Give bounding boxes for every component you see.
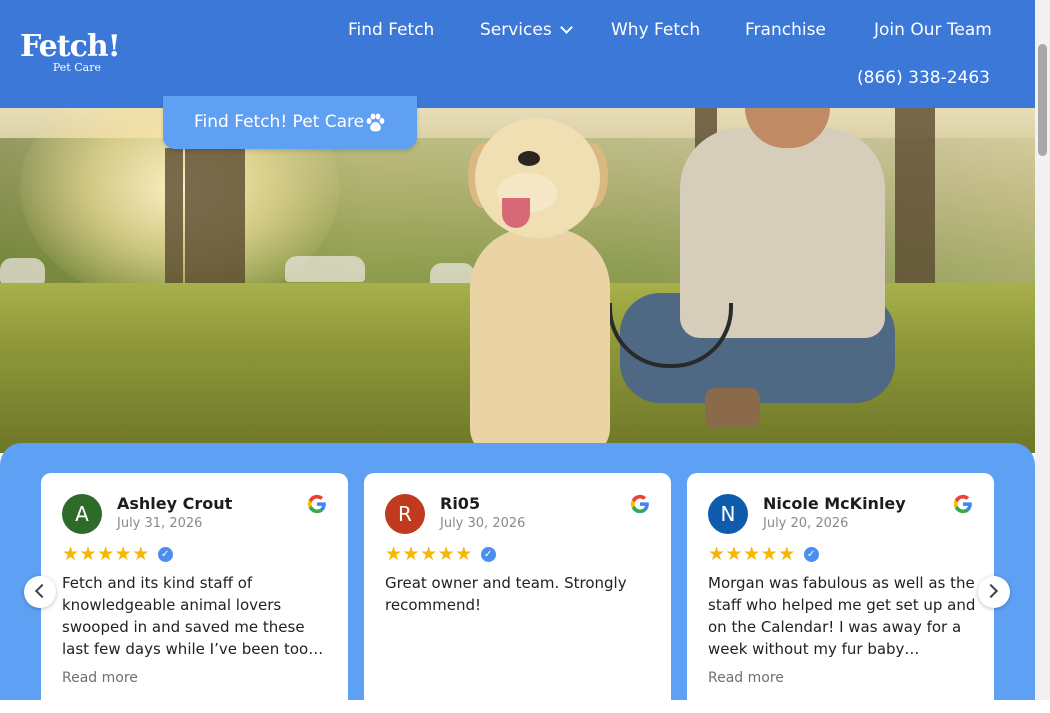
avatar: N: [708, 494, 748, 534]
review-date: July 31, 2026: [117, 516, 203, 531]
chevron-down-icon: [559, 21, 573, 34]
star-rating: ★ ★ ★ ★ ★ ✓: [62, 544, 173, 564]
tree-trunk: [895, 108, 935, 303]
google-icon: [307, 494, 326, 514]
phone-link[interactable]: (866) 338-2463: [857, 66, 990, 90]
google-icon: [953, 494, 972, 514]
star-icon: ★: [97, 543, 115, 565]
star-icon: ★: [79, 543, 97, 565]
review-text: Great owner and team. Strongly recommend…: [385, 574, 627, 614]
site-header: Fetch! Pet Care Find Fetch Services Why …: [0, 0, 1035, 108]
star-icon: ★: [708, 543, 726, 565]
star-icon: ★: [778, 543, 796, 565]
parked-car: [0, 258, 45, 284]
nav-why-fetch[interactable]: Why Fetch: [611, 18, 700, 42]
paw-icon: [366, 113, 385, 132]
parked-car: [285, 256, 365, 282]
chevron-left-icon: [34, 583, 50, 599]
chevron-right-icon: [983, 583, 999, 599]
review-card: N Nicole McKinley July 20, 2026 ★ ★ ★ ★ ★ ✓ …: [687, 473, 994, 713]
read-more-link[interactable]: Read more: [62, 668, 138, 688]
find-fetch-cta-button[interactable]: Find Fetch! Pet Care: [163, 96, 417, 149]
scrollbar-thumb[interactable]: [1038, 44, 1047, 156]
tree-trunk: [185, 148, 245, 298]
reviewer-name: Nicole McKinley: [763, 494, 906, 513]
avatar: R: [385, 494, 425, 534]
google-icon: [630, 494, 649, 514]
carousel-next-button[interactable]: [978, 576, 1010, 608]
star-icon: ★: [420, 543, 438, 565]
star-icon: ★: [437, 543, 455, 565]
dog-tongue: [502, 198, 530, 228]
nav-find-fetch[interactable]: Find Fetch: [348, 18, 434, 42]
review-card: A Ashley Crout July 31, 2026 ★ ★ ★ ★ ★ ✓ Fet…: [41, 473, 348, 713]
star-icon: ★: [455, 543, 473, 565]
reviewer-name: Ashley Crout: [117, 494, 233, 513]
verified-icon: ✓: [803, 546, 819, 562]
verified-icon: ✓: [157, 546, 173, 562]
tree-trunk: [165, 148, 183, 288]
star-icon: ★: [385, 543, 403, 565]
star-icon: ★: [114, 543, 132, 565]
star-icon: ★: [62, 543, 80, 565]
nav-services[interactable]: Services: [480, 18, 573, 42]
star-icon: ★: [402, 543, 420, 565]
nav-join-our-team[interactable]: Join Our Team: [874, 18, 992, 42]
reviewer-name: Ri05: [440, 494, 481, 513]
review-date: July 20, 2026: [763, 516, 849, 531]
hero-image: [0, 108, 1035, 453]
review-card: R Ri05 July 30, 2026 ★ ★ ★ ★ ★ ✓ Great owner…: [364, 473, 671, 713]
main-nav: Find Fetch Services Why Fetch Franchise …: [0, 18, 1035, 42]
review-date: July 30, 2026: [440, 516, 526, 531]
page-scrollbar[interactable]: [1035, 0, 1050, 700]
review-text: Fetch and its kind staff of knowledgeabl…: [62, 574, 324, 658]
star-icon: ★: [760, 543, 778, 565]
reviews-carousel: A Ashley Crout July 31, 2026 ★ ★ ★ ★ ★ ✓ Fet…: [0, 443, 1035, 713]
review-text: Morgan was fabulous as well as the staff…: [708, 574, 976, 658]
star-icon: ★: [743, 543, 761, 565]
nav-franchise[interactable]: Franchise: [745, 18, 826, 42]
avatar: A: [62, 494, 102, 534]
dog-body: [470, 228, 610, 453]
carousel-prev-button[interactable]: [24, 576, 56, 608]
star-icon: ★: [132, 543, 150, 565]
person-boot: [705, 388, 760, 428]
star-icon: ★: [725, 543, 743, 565]
star-rating: ★ ★ ★ ★ ★ ✓: [708, 544, 819, 564]
dog-nose: [518, 151, 540, 166]
star-rating: ★ ★ ★ ★ ★ ✓: [385, 544, 496, 564]
cta-label: Find Fetch! Pet Care: [194, 112, 365, 132]
read-more-link[interactable]: Read more: [708, 668, 784, 688]
verified-icon: ✓: [480, 546, 496, 562]
